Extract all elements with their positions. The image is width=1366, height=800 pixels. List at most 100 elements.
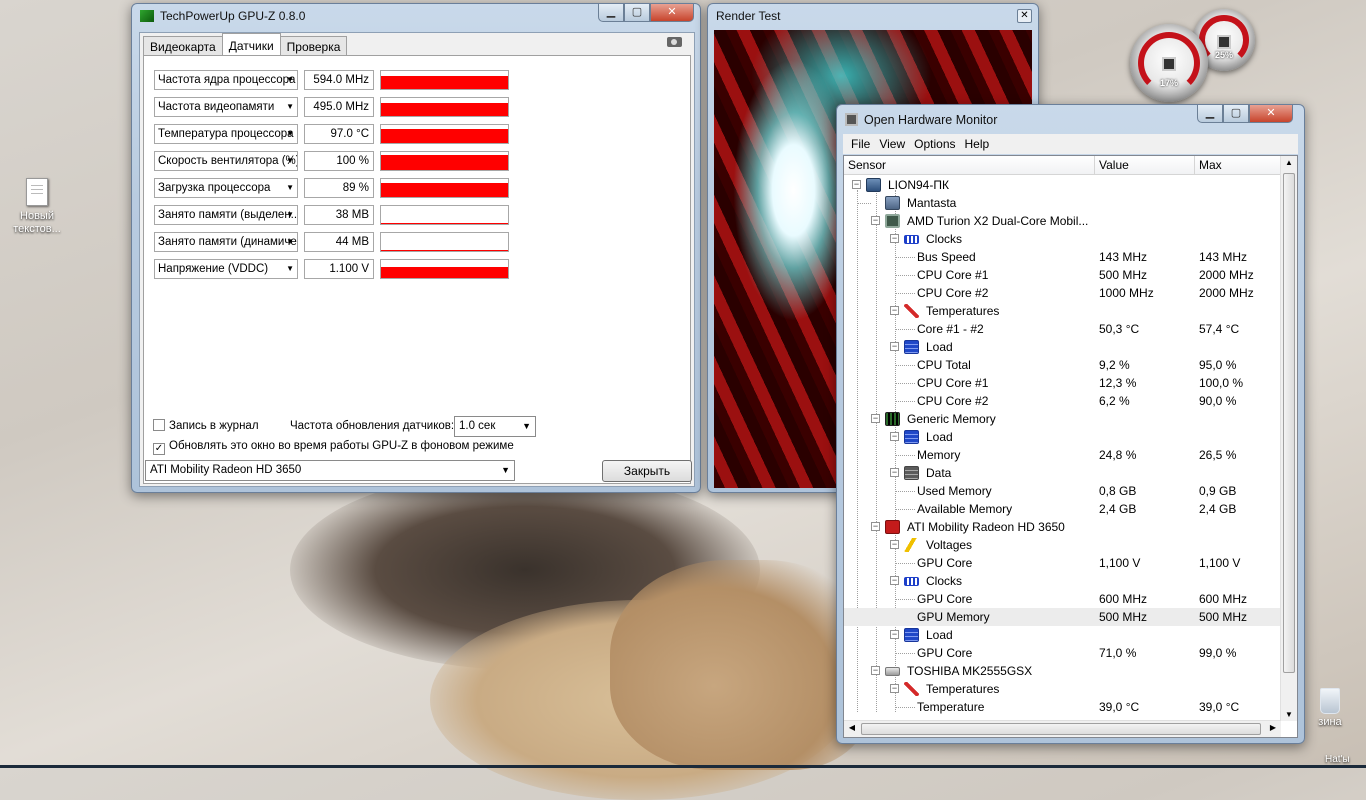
sensor-name-select[interactable]: Занято памяти (динамиче... ▼ bbox=[154, 232, 298, 252]
maximize-button[interactable]: ▢ bbox=[624, 4, 650, 22]
tree-node[interactable]: − Clocks bbox=[844, 572, 1281, 590]
scroll-left-icon[interactable]: ◀ bbox=[844, 723, 860, 732]
column-value[interactable]: Value bbox=[1099, 158, 1129, 172]
column-max[interactable]: Max bbox=[1199, 158, 1222, 172]
sensor-name-select[interactable]: Загрузка процессора ▼ bbox=[154, 178, 298, 198]
collapse-toggle[interactable]: − bbox=[890, 342, 899, 351]
sensor-row[interactable]: Used Memory 0,8 GB 0,9 GB bbox=[844, 482, 1281, 500]
collapse-toggle[interactable]: − bbox=[890, 432, 899, 441]
tree-node[interactable]: Mantasta bbox=[844, 194, 1281, 212]
desktop-text-file-icon[interactable]: Новый текстов... bbox=[8, 178, 66, 236]
tree-node[interactable]: − Clocks bbox=[844, 230, 1281, 248]
gpuz-titlebar[interactable]: TechPowerUp GPU-Z 0.8.0 bbox=[140, 9, 305, 23]
sensor-row[interactable]: GPU Core 1,100 V 1,100 V bbox=[844, 554, 1281, 572]
scroll-up-icon[interactable]: ▲ bbox=[1281, 158, 1297, 167]
collapse-toggle[interactable]: − bbox=[890, 576, 899, 585]
collapse-toggle[interactable]: − bbox=[871, 666, 880, 675]
tree-node[interactable]: − Temperatures bbox=[844, 680, 1281, 698]
chevron-down-icon: ▼ bbox=[286, 183, 294, 192]
collapse-toggle[interactable]: − bbox=[890, 234, 899, 243]
sensor-row[interactable]: CPU Core #1 500 MHz 2000 MHz bbox=[844, 266, 1281, 284]
tab-graphics-card[interactable]: Видеокарта bbox=[143, 36, 223, 55]
close-window-button[interactable]: ✕ bbox=[1249, 105, 1293, 123]
sensor-value: 9,2 % bbox=[1099, 358, 1130, 372]
sensor-label: ATI Mobility Radeon HD 3650 bbox=[907, 520, 1065, 534]
scroll-thumb[interactable] bbox=[861, 723, 1261, 735]
tree-node[interactable]: − Load bbox=[844, 428, 1281, 446]
sensor-name-select[interactable]: Температура процессора ▼ bbox=[154, 124, 298, 144]
sensor-row[interactable]: Core #1 - #2 50,3 °C 57,4 °C bbox=[844, 320, 1281, 338]
sensor-max: 500 MHz bbox=[1199, 610, 1248, 624]
ohm-titlebar[interactable]: Open Hardware Monitor bbox=[845, 113, 997, 127]
menu-file[interactable]: File bbox=[849, 134, 877, 154]
sensor-row[interactable]: CPU Core #2 1000 MHz 2000 MHz bbox=[844, 284, 1281, 302]
sensor-name-select[interactable]: Занято памяти (выделен... ▼ bbox=[154, 205, 298, 225]
vertical-scrollbar[interactable]: ▲ ▼ bbox=[1280, 156, 1297, 721]
background-refresh-checkbox[interactable]: ✓ Обновлять это окно во время работы GPU-… bbox=[153, 440, 514, 455]
collapse-toggle[interactable]: − bbox=[852, 180, 861, 189]
sensor-row[interactable]: GPU Memory 500 MHz 500 MHz bbox=[844, 608, 1281, 626]
collapse-toggle[interactable]: − bbox=[890, 684, 899, 693]
sensor-row[interactable]: Temperature 39,0 °C 39,0 °C bbox=[844, 698, 1281, 716]
collapse-toggle[interactable]: − bbox=[871, 414, 880, 423]
scroll-down-icon[interactable]: ▼ bbox=[1281, 710, 1297, 719]
sensor-row[interactable]: GPU Core 600 MHz 600 MHz bbox=[844, 590, 1281, 608]
log-to-file-checkbox[interactable]: Запись в журнал bbox=[153, 419, 259, 432]
sensor-value: 1000 MHz bbox=[1099, 286, 1154, 300]
sensor-row[interactable]: Bus Speed 143 MHz 143 MHz bbox=[844, 248, 1281, 266]
checkbox-box[interactable] bbox=[153, 419, 165, 431]
cpu-gauge-gadget[interactable]: 17% bbox=[1130, 24, 1208, 102]
tree-node[interactable]: − Data bbox=[844, 464, 1281, 482]
checkbox-box-checked[interactable]: ✓ bbox=[153, 443, 165, 455]
menu-view[interactable]: View bbox=[877, 134, 912, 154]
sensor-name-select[interactable]: Напряжение (VDDC) ▼ bbox=[154, 259, 298, 279]
collapse-toggle[interactable]: − bbox=[871, 216, 880, 225]
sensor-label: CPU Core #1 bbox=[917, 268, 989, 282]
tree-node[interactable]: − Load bbox=[844, 626, 1281, 644]
tree-node[interactable]: − Temperatures bbox=[844, 302, 1281, 320]
sensor-row[interactable]: CPU Total 9,2 % 95,0 % bbox=[844, 356, 1281, 374]
sensor-name-select[interactable]: Скорость вентилятора (%) ▼ bbox=[154, 151, 298, 171]
sensor-name-select[interactable]: Частота ядра процессора ▼ bbox=[154, 70, 298, 90]
sensor-row[interactable]: CPU Core #2 6,2 % 90,0 % bbox=[844, 392, 1281, 410]
sensor-name-select[interactable]: Частота видеопамяти ▼ bbox=[154, 97, 298, 117]
collapse-toggle[interactable]: − bbox=[890, 630, 899, 639]
recycle-bin-icon[interactable]: зина bbox=[1300, 688, 1360, 728]
tree-node[interactable]: − AMD Turion X2 Dual-Core Mobil... bbox=[844, 212, 1281, 230]
menu-help[interactable]: Help bbox=[963, 134, 997, 154]
close-icon[interactable]: ✕ bbox=[1017, 9, 1032, 23]
minimize-button[interactable]: ▁ bbox=[598, 4, 624, 22]
tree-node[interactable]: − Generic Memory bbox=[844, 410, 1281, 428]
ohm-window[interactable]: Open Hardware Monitor ▁ ▢ ✕ File View Op… bbox=[836, 104, 1305, 744]
horizontal-scrollbar[interactable]: ◀ ▶ bbox=[844, 720, 1281, 737]
collapse-toggle[interactable]: − bbox=[890, 306, 899, 315]
refresh-rate-select[interactable]: 1.0 сек ▼ bbox=[454, 416, 536, 437]
maximize-button[interactable]: ▢ bbox=[1223, 105, 1249, 123]
gpu-select[interactable]: ATI Mobility Radeon HD 3650 ▼ bbox=[145, 460, 515, 481]
camera-icon[interactable] bbox=[667, 37, 682, 47]
collapse-toggle[interactable]: − bbox=[890, 540, 899, 549]
tree-node[interactable]: − Load bbox=[844, 338, 1281, 356]
sensor-row[interactable]: Available Memory 2,4 GB 2,4 GB bbox=[844, 500, 1281, 518]
collapse-toggle[interactable]: − bbox=[871, 522, 880, 531]
sensor-row[interactable]: CPU Core #1 12,3 % 100,0 % bbox=[844, 374, 1281, 392]
minimize-button[interactable]: ▁ bbox=[1197, 105, 1223, 123]
sensor-tree-grid[interactable]: Sensor Value Max − LION94-ПК Mantasta − AMD … bbox=[843, 155, 1298, 738]
scroll-right-icon[interactable]: ▶ bbox=[1265, 723, 1281, 732]
scroll-thumb[interactable] bbox=[1283, 173, 1295, 673]
tab-sensors[interactable]: Датчики bbox=[221, 33, 281, 55]
tree-node[interactable]: − LION94-ПК bbox=[844, 176, 1281, 194]
gpu-select-value: ATI Mobility Radeon HD 3650 bbox=[150, 464, 302, 476]
menu-options[interactable]: Options bbox=[912, 134, 962, 154]
sensor-row[interactable]: GPU Core 71,0 % 99,0 % bbox=[844, 644, 1281, 662]
tree-node[interactable]: − ATI Mobility Radeon HD 3650 bbox=[844, 518, 1281, 536]
sensor-row[interactable]: Memory 24,8 % 26,5 % bbox=[844, 446, 1281, 464]
tree-node[interactable]: − Voltages bbox=[844, 536, 1281, 554]
gpuz-window[interactable]: TechPowerUp GPU-Z 0.8.0 ▁ ▢ ✕ Видеокарта… bbox=[131, 3, 701, 493]
column-sensor[interactable]: Sensor bbox=[848, 158, 886, 172]
tree-node[interactable]: − TOSHIBA MK2555GSX bbox=[844, 662, 1281, 680]
close-window-button[interactable]: ✕ bbox=[650, 4, 694, 22]
tab-validation[interactable]: Проверка bbox=[279, 36, 348, 55]
close-button[interactable]: Закрыть bbox=[602, 460, 692, 482]
collapse-toggle[interactable]: − bbox=[890, 468, 899, 477]
